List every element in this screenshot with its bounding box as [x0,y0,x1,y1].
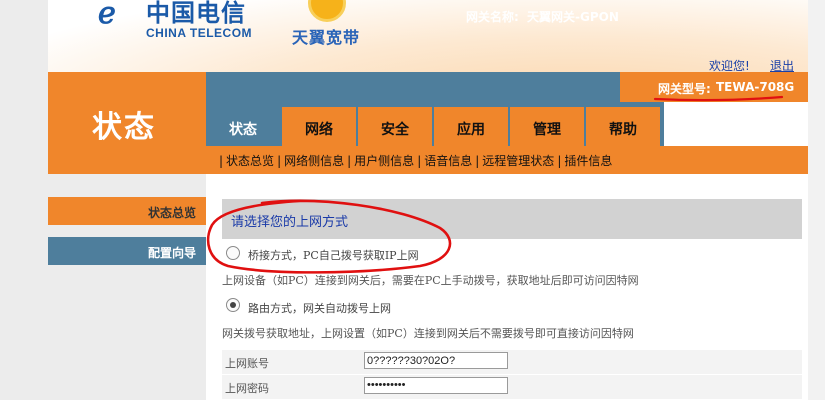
sidebar-item-config-wizard[interactable]: 配置向导 [48,237,206,265]
tab-security[interactable]: 安全 [358,107,432,146]
brand-text: 天翼宽带 [292,28,361,47]
tabs-filler [664,102,808,146]
route-mode-radio[interactable] [226,298,240,312]
account-input[interactable] [364,352,508,369]
tab-status[interactable]: 状态 [206,107,280,146]
subnav-remote-management[interactable]: 远程管理状态 [482,154,554,168]
subnav-status-overview[interactable]: 状态总览 [226,154,274,168]
tab-help[interactable]: 帮助 [586,107,660,146]
gateway-name-label: 网关名称: [466,10,519,24]
right-margin [808,0,825,400]
gateway-model-box: 网关型号: TEWA-708G [620,72,808,102]
route-mode-label: 路由方式，网关自动拨号上网 [248,302,391,315]
gateway-name-value: 天翼网关-GPON [527,10,619,24]
subnav-network-side[interactable]: 网络侧信息 [284,154,344,168]
gateway-model-label: 网关型号: [658,82,711,96]
sub-navigation: | 状态总览 | 网络侧信息 | 用户侧信息 | 语音信息 | 远程管理状态 | 插件信息 [206,146,808,174]
left-margin [0,0,48,400]
password-label: 上网密码 [225,382,269,395]
section-header: 请选择您的上网方式 [222,199,802,239]
tab-management[interactable]: 管理 [510,107,584,146]
page-title-block: 状态 [48,72,206,174]
gateway-model-value: TEWA-708G [716,80,795,94]
sidebar-item-status-overview[interactable]: 状态总览 [48,197,206,225]
subnav-user-side[interactable]: 用户侧信息 [354,154,414,168]
sidebar-item-label: 配置向导 [147,246,196,260]
route-mode-description: 网关拨号获取地址，上网设置（如PC）连接到网关后不需要拨号即可直接访问因特网 [222,327,634,340]
page-title: 状态 [92,110,156,145]
logo-cn-text: 中国电信 [146,0,246,27]
subnav-plugin[interactable]: 插件信息 [564,154,612,168]
bridge-mode-radio[interactable] [226,246,240,260]
password-row: 上网密码 •••••••••• [222,375,802,399]
account-row: 上网账号 [222,350,802,374]
router-admin-page: ℯ 中国电信 CHINA TELECOM 天翼宽带 欢迎您! 退出 状态 网关名… [0,0,825,400]
account-label: 上网账号 [225,357,269,370]
logo-en-text: CHINA TELECOM [146,26,253,40]
tab-network[interactable]: 网络 [282,107,356,146]
china-telecom-logo-icon: ℯ [98,0,116,31]
tab-application[interactable]: 应用 [434,107,508,146]
bridge-mode-description: 上网设备（如PC）连接到网关后，需要在PC上手动拨号，获取地址后即可访问因特网 [222,274,639,287]
password-input[interactable]: •••••••••• [364,377,508,394]
bridge-mode-label: 桥接方式，PC自己拨号获取IP上网 [248,249,419,262]
subnav-voice[interactable]: 语音信息 [424,154,472,168]
sidebar-item-label: 状态总览 [147,206,196,220]
section-title: 请选择您的上网方式 [231,215,349,230]
main-tabs: 状态 网络 安全 应用 管理 帮助 [206,102,664,146]
gateway-info-bar [206,72,620,102]
